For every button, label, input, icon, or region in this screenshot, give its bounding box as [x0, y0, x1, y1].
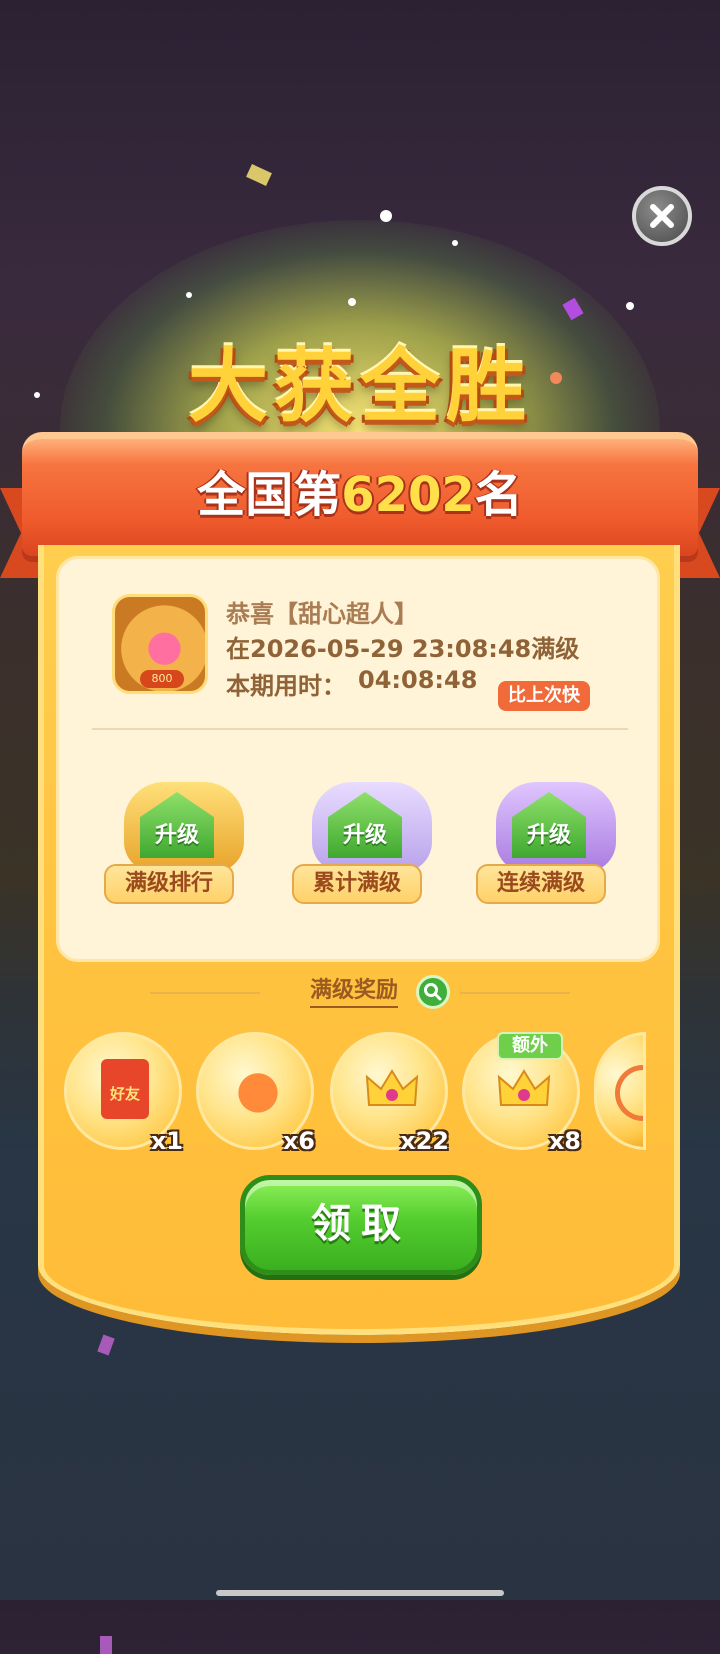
reward-count: x8	[548, 1127, 581, 1155]
rank-prefix: 全国第	[197, 467, 342, 523]
reward-item[interactable]: x6	[196, 1032, 315, 1155]
home-indicator	[216, 1590, 504, 1596]
rank-suffix: 名	[474, 467, 523, 523]
reward-item[interactable]: 好友 x1	[64, 1032, 183, 1155]
sparkle	[186, 292, 192, 298]
sparkle	[626, 302, 634, 310]
maxed-at-text: 在2026-05-29 23:08:48满级	[226, 635, 580, 663]
feature-cumulative-max[interactable]: 升级 累计满级	[292, 764, 452, 924]
section-divider-right	[460, 992, 570, 994]
sparkle	[452, 240, 458, 246]
feature-label: 连续满级	[476, 864, 606, 904]
sparkle	[380, 210, 392, 222]
bow-icon	[615, 1065, 643, 1121]
feature-label: 满级排行	[104, 864, 234, 904]
magnifier-icon	[424, 983, 442, 1001]
confetti-piece	[246, 164, 272, 186]
national-rank: 全国第6202名	[22, 455, 698, 525]
rewards-info-button[interactable]	[416, 975, 450, 1009]
rewards-title[interactable]: 满级奖励	[310, 972, 399, 1008]
close-button[interactable]	[632, 186, 692, 246]
confetti-piece	[97, 1334, 115, 1356]
crown-icon	[497, 1069, 551, 1106]
reward-item[interactable]: x22	[330, 1032, 449, 1155]
section-divider-left	[150, 992, 260, 994]
compare-badge: 比上次快	[498, 681, 590, 711]
avatar-level-badge: 800	[140, 670, 184, 688]
extra-reward-tag: 额外	[497, 1032, 563, 1060]
rank-number: 6202	[341, 467, 475, 523]
confetti-piece	[100, 1636, 112, 1654]
close-icon	[650, 204, 674, 228]
feature-consecutive-max[interactable]: 升级 连续满级	[476, 764, 636, 924]
period-time-value: 04:08:48	[358, 666, 478, 694]
reward-count: x22	[400, 1127, 449, 1155]
fruit-wand-icon	[229, 1061, 287, 1119]
victory-title: 大获全胜	[188, 340, 532, 433]
reward-count: x1	[150, 1127, 183, 1155]
reward-count: x6	[282, 1127, 315, 1155]
congrats-text: 恭喜【甜心超人】	[226, 600, 418, 628]
period-time-label: 本期用时：	[226, 672, 346, 700]
red-envelope-icon: 好友	[101, 1059, 149, 1119]
divider	[92, 728, 628, 730]
red-envelope-label: 好友	[109, 1085, 140, 1103]
feature-max-level-ranking[interactable]: 升级 满级排行	[104, 764, 264, 924]
crown-icon	[365, 1069, 419, 1106]
sparkle	[348, 298, 356, 306]
claim-button[interactable]: 领取	[240, 1175, 482, 1275]
feature-label: 累计满级	[292, 864, 422, 904]
